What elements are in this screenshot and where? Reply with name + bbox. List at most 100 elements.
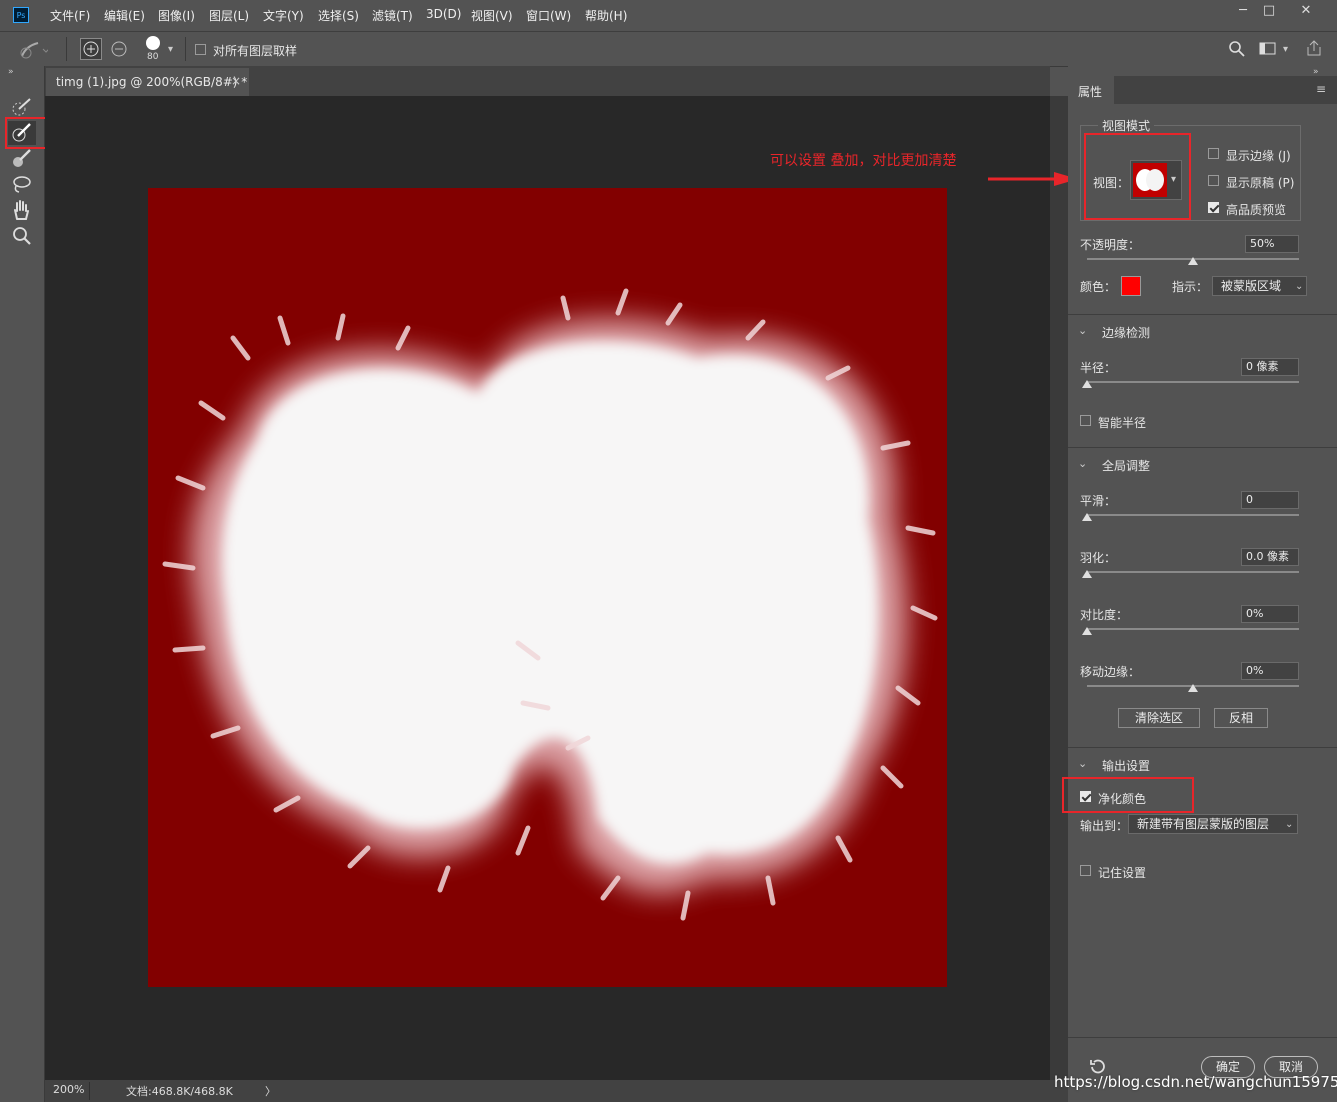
brush-size-label: 80 xyxy=(147,52,159,62)
output-to-dropdown[interactable]: 新建带有图层蒙版的图层 ⌄ xyxy=(1128,814,1298,834)
collapse-tools-icon[interactable]: » xyxy=(8,67,14,77)
panel-tab-bar: 属性 ≡ xyxy=(1068,76,1337,104)
output-settings-heading[interactable]: 输出设置 xyxy=(1102,757,1150,774)
invert-button[interactable]: 反相 xyxy=(1214,708,1268,728)
show-edge-checkbox[interactable] xyxy=(1208,148,1219,159)
smooth-slider-handle[interactable] xyxy=(1082,513,1092,521)
brush-tool-icon[interactable] xyxy=(8,147,36,171)
shift-edge-slider-handle[interactable] xyxy=(1188,684,1198,692)
tab-properties[interactable]: 属性 xyxy=(1068,76,1114,104)
feather-slider-track[interactable] xyxy=(1087,571,1299,573)
zoom-level[interactable]: 200% xyxy=(53,1083,84,1096)
global-refine-heading[interactable]: 全局调整 xyxy=(1102,457,1150,474)
smooth-slider-track[interactable] xyxy=(1087,514,1299,516)
menu-select[interactable]: 选择(S) xyxy=(318,7,359,24)
zoom-tool-icon[interactable] xyxy=(8,225,36,249)
menu-image[interactable]: 图像(I) xyxy=(158,7,195,24)
radius-input[interactable]: 0 像素 xyxy=(1241,358,1299,376)
radius-slider-track[interactable] xyxy=(1087,381,1299,383)
color-swatch[interactable] xyxy=(1121,276,1141,296)
radius-slider-handle[interactable] xyxy=(1082,380,1092,388)
opacity-slider-handle[interactable] xyxy=(1188,257,1198,265)
maximize-button[interactable]: □ xyxy=(1256,2,1282,20)
hand-tool-icon[interactable] xyxy=(8,199,36,223)
search-icon[interactable] xyxy=(1228,40,1246,58)
contrast-slider-track[interactable] xyxy=(1087,628,1299,630)
watermark-text: https://blog.csdn.net/wangchun159753 xyxy=(1054,1073,1337,1091)
global-refine-chevron-icon[interactable]: ⌄ xyxy=(1078,457,1087,470)
lasso-tool-icon[interactable] xyxy=(8,173,36,197)
feather-slider-handle[interactable] xyxy=(1082,570,1092,578)
panel-menu-icon[interactable]: ≡ xyxy=(1316,82,1326,96)
divider xyxy=(185,37,186,61)
edge-detection-chevron-icon[interactable]: ⌄ xyxy=(1078,324,1087,337)
menu-type[interactable]: 文字(Y) xyxy=(263,7,304,24)
menu-help[interactable]: 帮助(H) xyxy=(585,7,627,24)
contrast-slider-handle[interactable] xyxy=(1082,627,1092,635)
menu-layer[interactable]: 图层(L) xyxy=(209,7,249,24)
divider xyxy=(1068,314,1337,315)
indicate-dropdown[interactable]: 被蒙版区域 ⌄ xyxy=(1212,276,1307,296)
view-mode-dropdown[interactable]: ▾ xyxy=(1130,160,1182,200)
add-to-region-button[interactable] xyxy=(80,38,102,60)
smart-radius-checkbox[interactable] xyxy=(1080,415,1091,426)
contrast-label: 对比度： xyxy=(1080,608,1129,622)
workspace-chevron-icon[interactable]: ▾ xyxy=(1283,44,1288,55)
output-settings-chevron-icon[interactable]: ⌄ xyxy=(1078,757,1087,770)
status-bar: 200% 文档:468.8K/468.8K 〉 xyxy=(45,1080,1068,1102)
decontaminate-colors-checkbox[interactable] xyxy=(1080,791,1091,802)
clear-selection-button[interactable]: 清除选区 xyxy=(1118,708,1200,728)
menu-file[interactable]: 文件(F) xyxy=(50,7,90,24)
refine-brush-preset-icon[interactable] xyxy=(18,40,48,60)
feather-heart-image xyxy=(162,288,938,921)
menu-3d[interactable]: 3D(D) xyxy=(426,7,461,21)
edge-detection-heading[interactable]: 边缘检测 xyxy=(1102,324,1150,341)
contrast-input[interactable]: 0% xyxy=(1241,605,1299,623)
view-thumbnail xyxy=(1133,163,1167,197)
divider xyxy=(1068,447,1337,448)
show-edge-label: 显示边缘 (J) xyxy=(1226,149,1291,163)
view-label: 视图： xyxy=(1093,176,1130,190)
smooth-label: 平滑： xyxy=(1080,494,1117,508)
document-size-info: 文档:468.8K/468.8K xyxy=(126,1085,233,1098)
workspace-icon[interactable] xyxy=(1259,41,1277,57)
shift-edge-input[interactable]: 0% xyxy=(1241,662,1299,680)
vertical-scrollbar[interactable] xyxy=(1050,96,1068,1080)
menu-edit[interactable]: 编辑(E) xyxy=(104,7,145,24)
annotation-text: 可以设置 叠加，对比更加清楚 xyxy=(770,153,957,169)
remember-settings-checkbox[interactable] xyxy=(1080,865,1091,876)
feather-input[interactable]: 0.0 像素 xyxy=(1241,548,1299,566)
sample-all-layers-checkbox[interactable] xyxy=(195,44,206,55)
color-label: 颜色： xyxy=(1080,280,1117,294)
view-chevron-icon: ▾ xyxy=(1171,174,1177,185)
remember-settings-label: 记住设置 xyxy=(1098,866,1147,880)
decontaminate-colors-label: 净化颜色 xyxy=(1098,792,1147,806)
menu-filter[interactable]: 滤镜(T) xyxy=(372,7,413,24)
brush-picker-chevron-icon[interactable]: ▾ xyxy=(168,44,173,55)
share-icon[interactable] xyxy=(1305,39,1323,57)
divider xyxy=(89,1082,90,1100)
document-tab[interactable]: timg (1).jpg @ 200%(RGB/8#) * × xyxy=(46,68,249,96)
close-window-button[interactable]: ✕ xyxy=(1293,2,1319,20)
divider xyxy=(1068,747,1337,748)
document-image[interactable] xyxy=(148,188,947,987)
opacity-input[interactable]: 50% xyxy=(1245,235,1299,253)
minimize-button[interactable]: ─ xyxy=(1230,2,1256,20)
close-tab-icon[interactable]: × xyxy=(231,74,241,88)
output-to-label: 输出到： xyxy=(1080,819,1129,833)
tools-panel: » xyxy=(0,66,57,1102)
document-tab-title: timg (1).jpg @ 200%(RGB/8#) * xyxy=(56,75,248,89)
show-original-checkbox[interactable] xyxy=(1208,175,1219,186)
menu-view[interactable]: 视图(V) xyxy=(471,7,513,24)
brush-tip-icon[interactable] xyxy=(146,36,160,50)
annotation-arrow-icon xyxy=(988,172,1078,186)
status-menu-chevron-icon[interactable]: 〉 xyxy=(265,1083,276,1099)
menu-window[interactable]: 窗口(W) xyxy=(526,7,571,24)
smooth-input[interactable]: 0 xyxy=(1241,491,1299,509)
opacity-label: 不透明度： xyxy=(1080,238,1141,252)
plus-circle-icon xyxy=(83,41,99,57)
high-quality-preview-checkbox[interactable] xyxy=(1208,202,1219,213)
refine-edge-brush-tool-icon[interactable] xyxy=(8,121,36,145)
radius-label: 半径： xyxy=(1080,361,1117,375)
subtract-from-region-button[interactable] xyxy=(108,38,130,60)
